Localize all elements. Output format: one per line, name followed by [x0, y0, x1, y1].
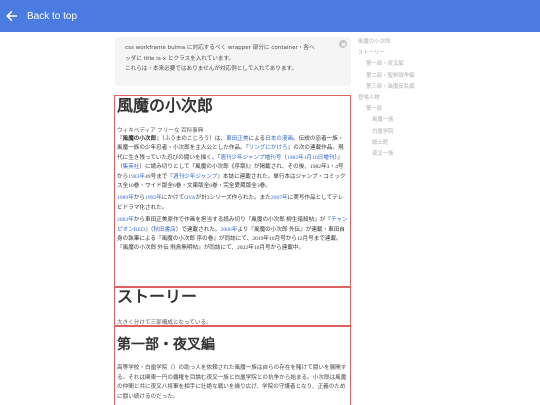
- article-intro-section: 風魔の小次郎 ウィキペディア フリーな 百科事典 『風魔の小次郎』（ふうまのこじ…: [114, 95, 351, 287]
- back-to-top-label: Back to top: [27, 10, 78, 22]
- framework-notice: css workframe bulma に対応するべく wrapper 部分に …: [115, 37, 351, 86]
- bold-text: 風魔の小次郎: [122, 136, 157, 142]
- text-run: にかけて: [161, 195, 185, 202]
- toc-item[interactable]: 第三部・風魔反乱編: [358, 82, 438, 93]
- notice-line-1: css workframe bulma に対応するべく wrapper 部分に …: [125, 45, 315, 51]
- wiki-link[interactable]: リングにかけろ: [248, 145, 287, 151]
- back-to-top-link[interactable]: Back to top: [6, 10, 77, 22]
- text-run: 』（ふうまのこじろう）は、: [156, 136, 227, 142]
- wiki-link[interactable]: 日本の漫画: [265, 136, 293, 142]
- toc-item[interactable]: 夜叉一族: [358, 149, 438, 160]
- story-summary: 大きく分けて三部構成となっている。: [117, 320, 212, 326]
- toc-item[interactable]: 風魔の小次郎: [358, 37, 438, 48]
- toc-item[interactable]: 第一部・夜叉編: [358, 59, 438, 70]
- text-run: 49号まで『: [145, 173, 173, 180]
- part1-heading: 第一部・夜叉編: [117, 338, 215, 353]
- wiki-link[interactable]: 1983年: [128, 174, 145, 180]
- story-section: ストーリー 大きく分けて三部構成となっている。: [114, 287, 351, 326]
- wiki-link[interactable]: 2007年: [271, 195, 288, 201]
- close-icon[interactable]: [339, 40, 347, 48]
- wiki-link[interactable]: 2003年: [117, 217, 134, 223]
- intro-paragraph-3: 2003年から車田正美原作で作画を担当する読み切り『風魔の小次郎 柳生暗殺帖』が…: [117, 216, 348, 254]
- toc-item[interactable]: 誠士館: [358, 138, 438, 149]
- wiki-link[interactable]: 1982年1月10日増刊: [287, 155, 335, 161]
- toc-item[interactable]: 白凰学院: [358, 127, 438, 138]
- toc-item[interactable]: 第一部: [358, 104, 438, 115]
- notice-line-3: これらは・本来必要ではありませんが対応例として入れてあります。: [125, 66, 298, 73]
- toc-item[interactable]: 風魔一族: [358, 115, 438, 126]
- wiki-link[interactable]: 2006年: [221, 227, 238, 233]
- intro-paragraph-1: 『風魔の小次郎』（ふうまのこじろう）は、車田正美による日本の漫画。伝説の忍者一族…: [117, 135, 348, 191]
- page-title: 風魔の小次郎: [117, 98, 214, 115]
- text-run: ）で連載された。: [175, 226, 221, 233]
- wiki-link[interactable]: 1992年: [145, 195, 162, 201]
- wiki-link[interactable]: 車田正美: [226, 136, 248, 142]
- story-heading: ストーリー: [117, 289, 198, 306]
- text-run: による: [248, 136, 266, 142]
- wiki-link[interactable]: 週刊少年ジャンプ増刊号: [220, 155, 281, 161]
- wiki-link[interactable]: 集英社: [123, 164, 140, 170]
- wiki-link[interactable]: 週刊少年ジャンプ: [173, 174, 217, 180]
- wiki-link[interactable]: 秋田書店: [153, 227, 175, 233]
- top-bar: Back to top: [0, 0, 540, 32]
- wiki-link[interactable]: OVA: [184, 195, 195, 201]
- notice-line-2: ッダに title is-x とクラスを入れています。: [125, 55, 235, 62]
- text-run: から車田正美原作で作画を担当する読み切り『風魔の小次郎 柳生暗殺帖』が『: [133, 217, 331, 224]
- toc-item[interactable]: 登場人物: [358, 93, 438, 104]
- toc-item[interactable]: 第二部・聖剣戦争編: [358, 71, 438, 82]
- part1-body: 高等学校・白凰学院（）の助っ人を依頼された風魔一族は自らの存在を賭けて闘いを展開…: [117, 365, 347, 400]
- table-of-contents: 風魔の小次郎 ストーリー 第一部・夜叉編 第二部・聖剣戦争編 第三部・風魔反乱編 登場人物…: [358, 37, 438, 160]
- text-run: が計3シリーズ作られた。また: [195, 195, 271, 202]
- wiki-link[interactable]: 1989年: [117, 195, 134, 201]
- toc-item[interactable]: ストーリー: [358, 48, 438, 59]
- page-subtitle: ウィキペディア フリーな 百科事典: [117, 128, 204, 134]
- part1-section: 第一部・夜叉編 高等学校・白凰学院（）の助っ人を依頼された風魔一族は自らの存在を…: [114, 326, 351, 405]
- intro-paragraph-2: 1989年から1992年にかけてOVAが計3シリーズ作られた。また2007年に実…: [117, 194, 348, 213]
- arrow-left-icon: [6, 10, 17, 22]
- text-run: から: [133, 195, 145, 202]
